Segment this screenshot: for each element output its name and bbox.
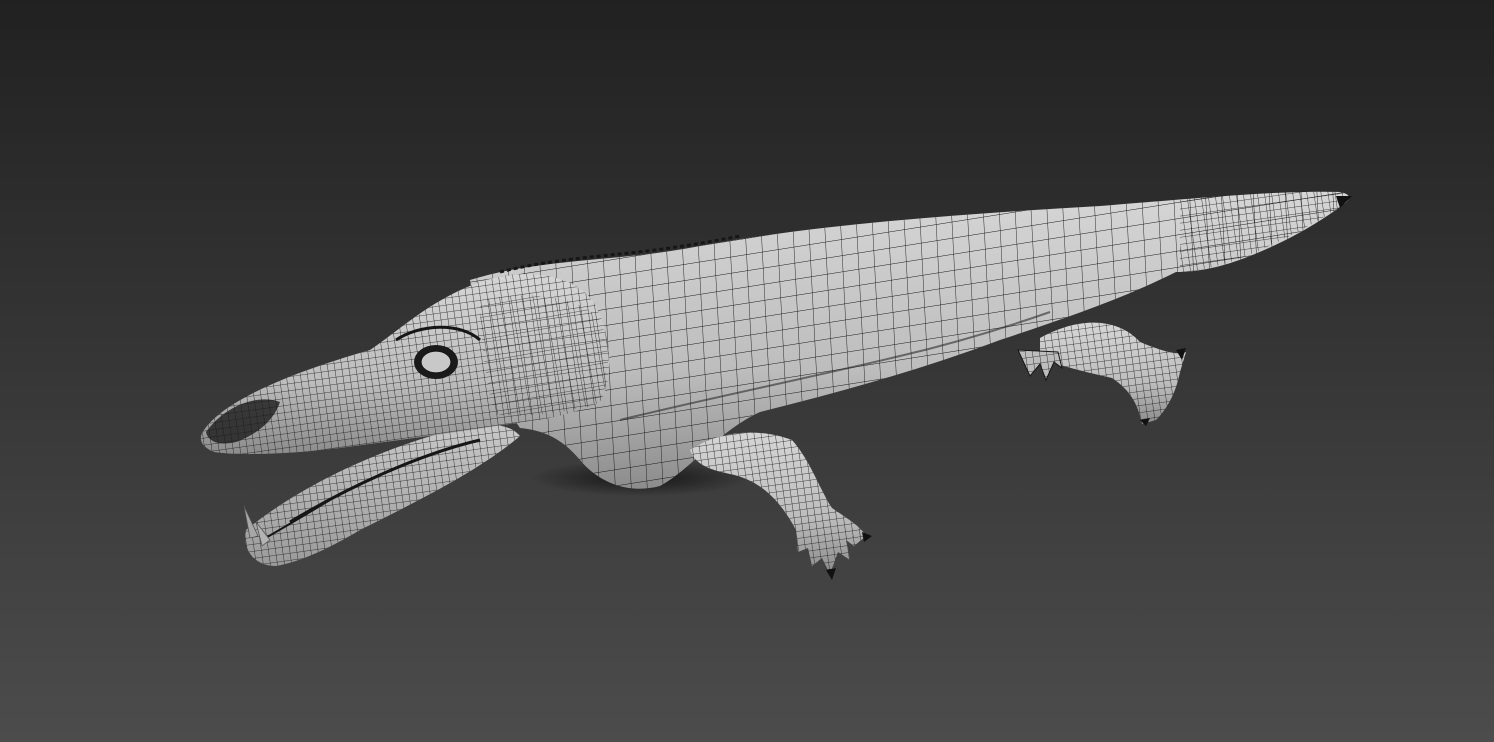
viewport-3d[interactable] (0, 0, 1494, 742)
render-canvas (0, 0, 1494, 742)
